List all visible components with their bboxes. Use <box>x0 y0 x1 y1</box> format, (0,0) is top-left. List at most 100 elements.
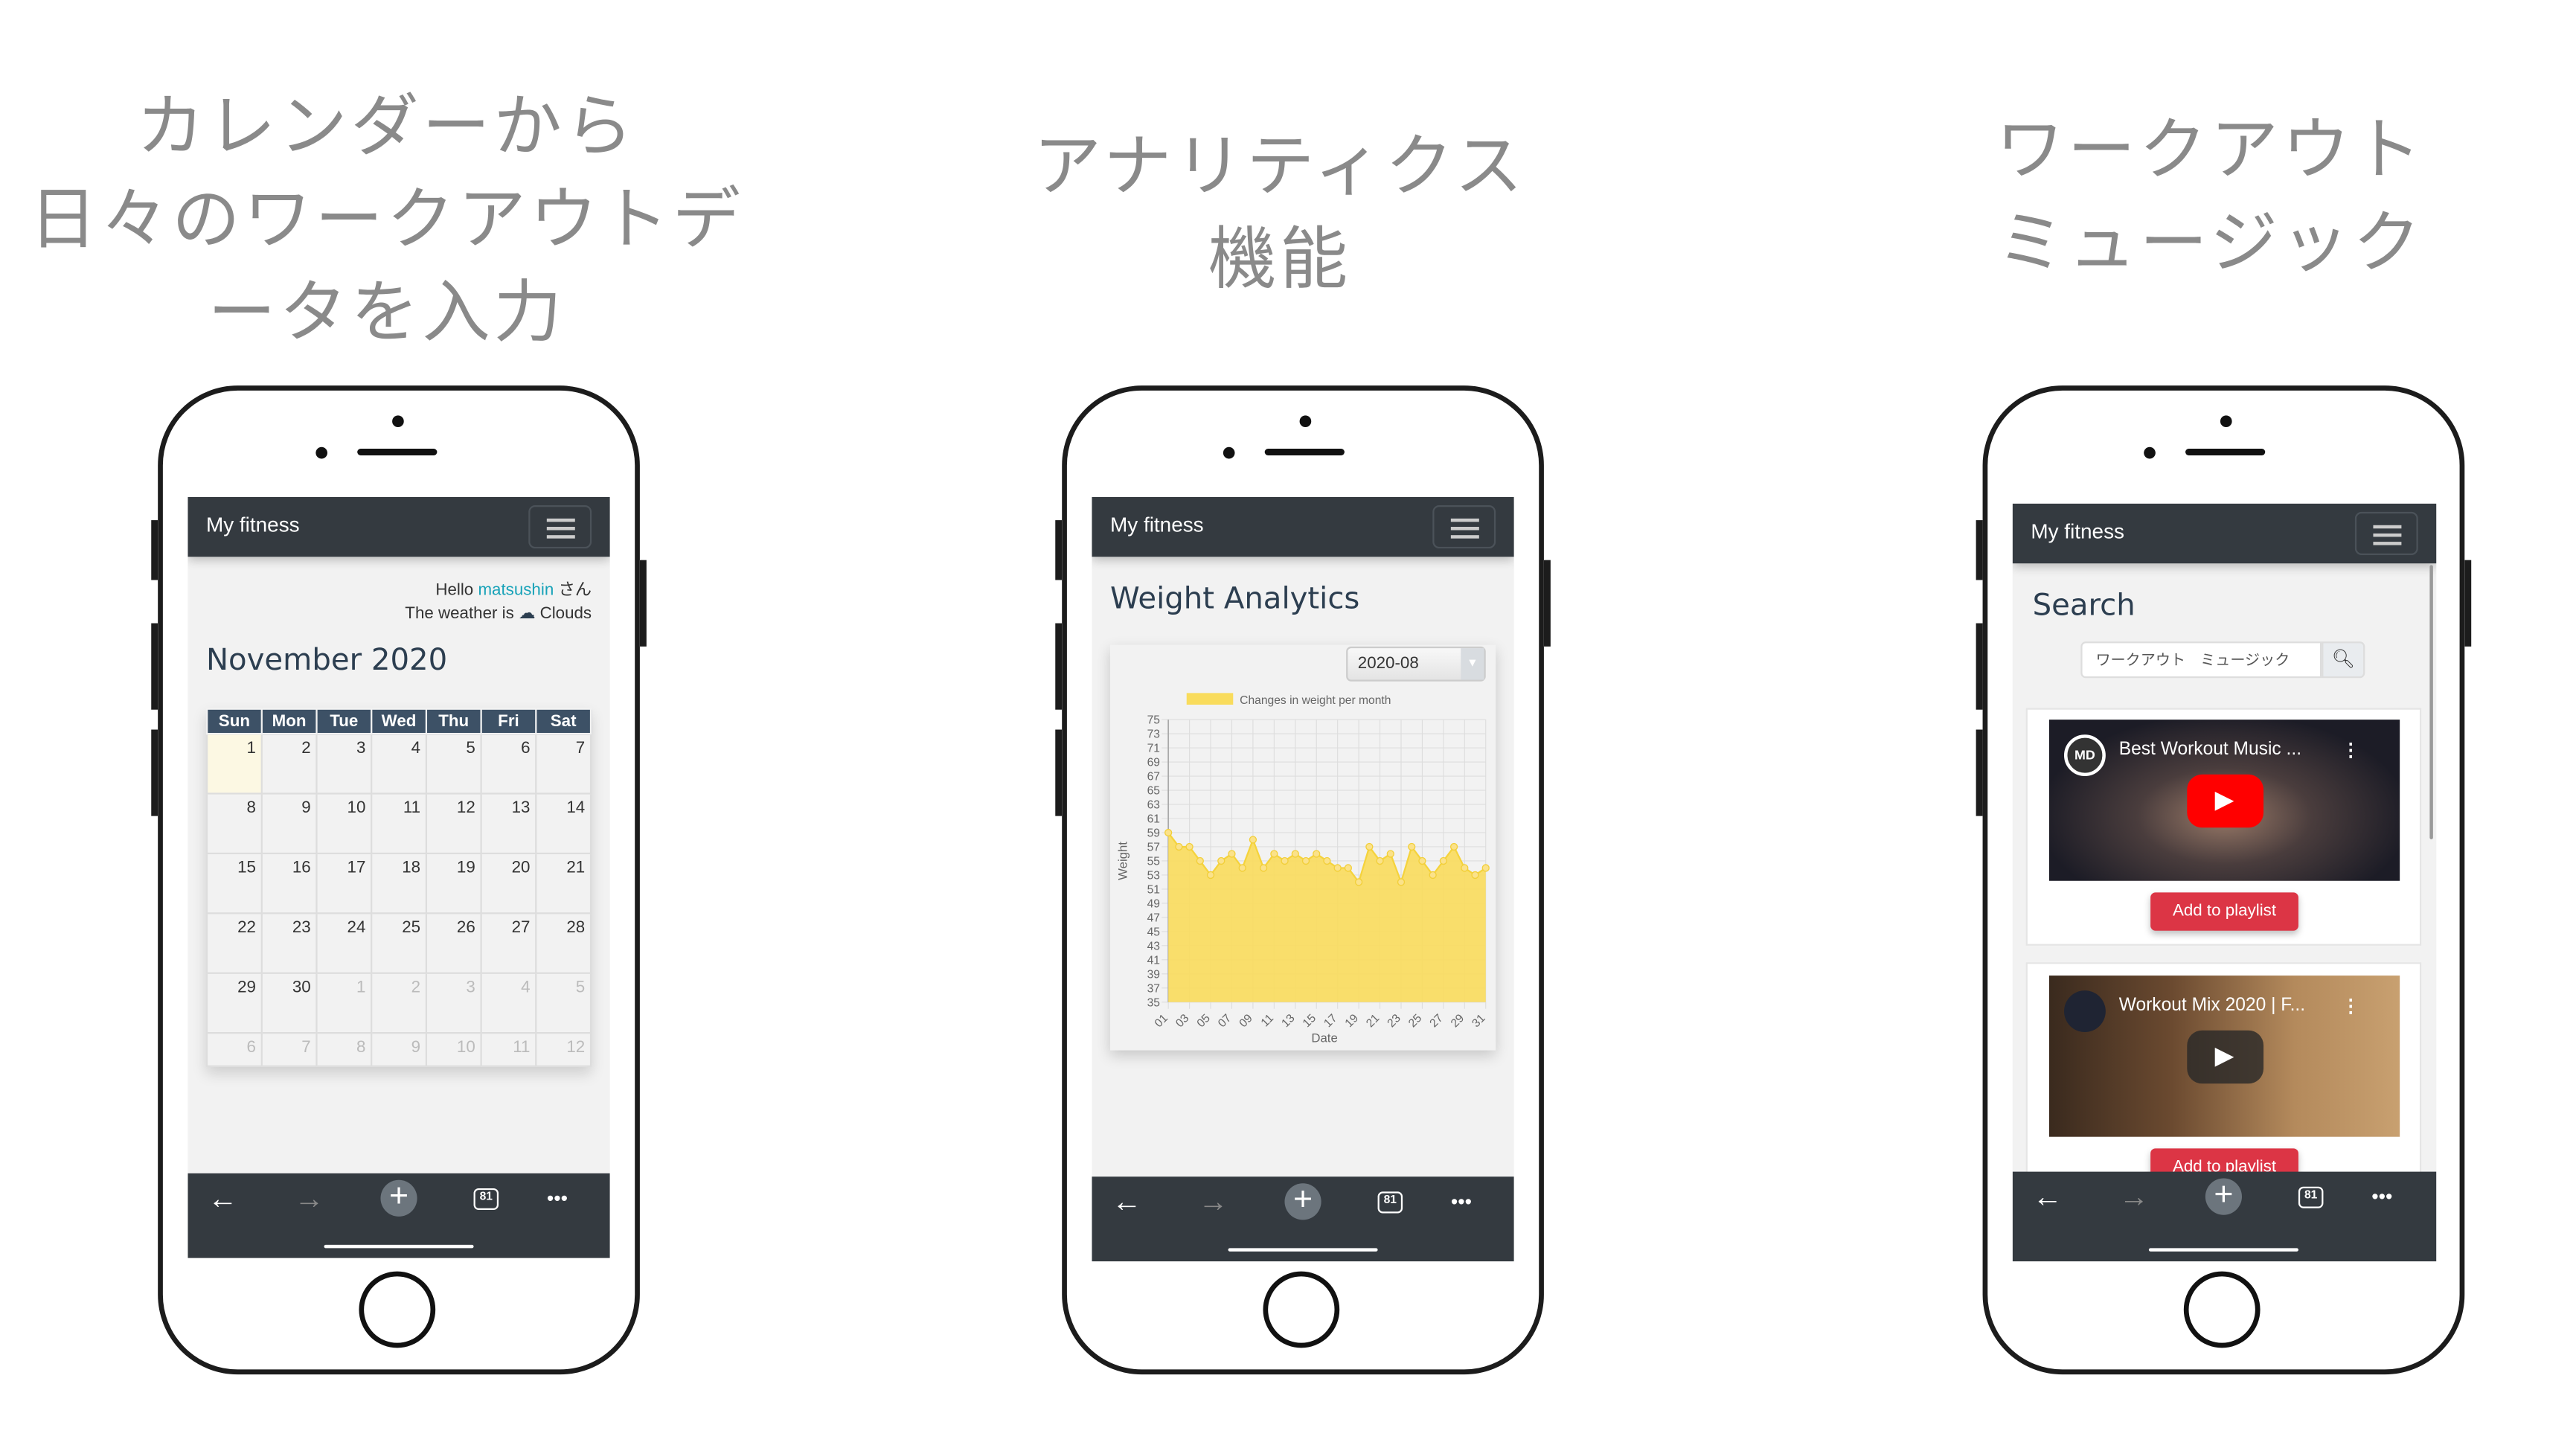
calendar-day-cell[interactable]: 9 <box>371 1032 428 1067</box>
scrollbar[interactable] <box>2429 565 2433 839</box>
video-thumbnail[interactable]: MD Best Workout Music ... ⋮ ▶ <box>2048 720 2400 881</box>
home-button[interactable] <box>1263 1271 1340 1348</box>
calendar-day-cell[interactable]: 7 <box>260 1032 318 1067</box>
calendar-day-cell[interactable]: 13 <box>480 792 537 855</box>
calendar-day-cell[interactable]: 7 <box>535 732 592 795</box>
calendar-day-cell[interactable]: 6 <box>480 732 537 795</box>
kebab-menu-icon[interactable]: ⋮ <box>2342 740 2360 761</box>
navbar-brand[interactable]: My fitness <box>1110 513 1204 536</box>
calendar-day-cell[interactable]: 4 <box>480 972 537 1034</box>
x-tick-label: 23 <box>1385 1012 1403 1030</box>
home-indicator <box>324 1243 474 1249</box>
data-point <box>1439 856 1448 865</box>
back-arrow-icon[interactable]: ← <box>2033 1182 2063 1211</box>
calendar-day-cell[interactable]: 8 <box>315 1032 373 1067</box>
calendar-day-cell[interactable]: 12 <box>535 1032 592 1067</box>
home-button[interactable] <box>2183 1271 2261 1348</box>
new-tab-plus-icon[interactable]: + <box>1284 1182 1321 1220</box>
calendar-day-cell[interactable]: 5 <box>425 732 482 795</box>
search-input[interactable]: ワークアウト ミュージック <box>2080 641 2322 679</box>
calendar-day-cell[interactable]: 1 <box>315 972 373 1034</box>
calendar-day-cell[interactable]: 23 <box>260 912 318 974</box>
tab-count-button[interactable]: 81 <box>473 1188 499 1210</box>
new-tab-plus-icon[interactable]: + <box>2205 1177 2242 1215</box>
play-button-icon[interactable]: ▶ <box>2186 1029 2263 1083</box>
calendar-day-cell[interactable]: 4 <box>371 732 428 795</box>
calendar-day-cell[interactable]: 21 <box>535 852 592 915</box>
x-tick-label: 09 <box>1237 1012 1255 1030</box>
data-point <box>1429 871 1437 880</box>
back-arrow-icon[interactable]: ← <box>1112 1187 1141 1217</box>
more-dots-icon[interactable]: ••• <box>2371 1182 2392 1211</box>
navbar-brand[interactable]: My fitness <box>206 513 300 536</box>
calendar-day-cell[interactable]: 17 <box>315 852 373 915</box>
camera-icon <box>2220 415 2232 428</box>
calendar-day-cell[interactable]: 30 <box>260 972 318 1034</box>
home-button[interactable] <box>359 1271 436 1348</box>
calendar-grid: Sun Mon Tue Wed Thu Fri Sat 1 2 3 4 5 6 7 8 9 10 11 12 13 1… <box>205 708 592 1067</box>
kebab-menu-icon[interactable]: ⋮ <box>2342 996 2360 1017</box>
navbar-brand[interactable]: My fitness <box>2031 520 2124 543</box>
data-point <box>1301 856 1310 865</box>
calendar-day-cell[interactable]: 9 <box>260 792 318 855</box>
calendar-day-cell[interactable]: 11 <box>480 1032 537 1067</box>
tab-count-button[interactable]: 81 <box>2298 1186 2324 1208</box>
add-to-playlist-button[interactable]: Add to playlist <box>2150 892 2298 931</box>
month-select[interactable]: 2020-08 ▼ <box>1346 646 1486 682</box>
data-point <box>1185 842 1194 851</box>
calendar-day-cell[interactable]: 28 <box>535 912 592 974</box>
video-title[interactable]: Workout Mix 2020 | F... <box>2119 996 2305 1016</box>
more-dots-icon[interactable]: ••• <box>1451 1187 1472 1217</box>
hamburger-menu-button[interactable] <box>2354 511 2418 555</box>
calendar-day-cell[interactable]: 12 <box>425 792 482 855</box>
calendar-day-cell[interactable]: 11 <box>371 792 428 855</box>
tab-count-button[interactable]: 81 <box>1377 1191 1403 1214</box>
weekday-header: Mon <box>260 708 318 735</box>
calendar-day-cell[interactable]: 26 <box>425 912 482 974</box>
calendar-day-cell[interactable]: 14 <box>535 792 592 855</box>
calendar-day-cell[interactable]: 18 <box>371 852 428 915</box>
x-tick-label: 27 <box>1427 1012 1445 1030</box>
calendar-day-cell[interactable]: 15 <box>205 852 263 915</box>
calendar-day-cell[interactable]: 3 <box>315 732 373 795</box>
new-tab-plus-icon[interactable]: + <box>380 1179 417 1217</box>
calendar-day-cell[interactable]: 10 <box>315 792 373 855</box>
hamburger-menu-button[interactable] <box>528 505 592 549</box>
calendar-day-cell[interactable]: 2 <box>260 732 318 795</box>
calendar-day-cell[interactable]: 5 <box>535 972 592 1034</box>
calendar-day-cell[interactable]: 29 <box>205 972 263 1034</box>
calendar-day-cell[interactable]: 8 <box>205 792 263 855</box>
heading-music: ワークアウト ミュージック <box>1828 103 2576 289</box>
search-button[interactable]: 🔍︎ <box>2322 641 2365 679</box>
username-link[interactable]: matsushin <box>478 582 554 600</box>
calendar-day-cell[interactable]: 6 <box>205 1032 263 1067</box>
phone-side-button <box>1543 560 1551 647</box>
forward-arrow-icon[interactable]: → <box>1198 1187 1228 1217</box>
forward-arrow-icon[interactable]: → <box>2119 1182 2149 1211</box>
data-point <box>1323 856 1331 865</box>
forward-arrow-icon[interactable]: → <box>294 1183 324 1213</box>
more-dots-icon[interactable]: ••• <box>547 1183 568 1213</box>
calendar-day-cell[interactable]: 16 <box>260 852 318 915</box>
calendar-day-cell[interactable]: 19 <box>425 852 482 915</box>
video-title[interactable]: Best Workout Music ... <box>2119 740 2301 760</box>
calendar-day-cell[interactable]: 20 <box>480 852 537 915</box>
greeting: Hello matsushin さん <box>435 575 592 600</box>
calendar-day-cell[interactable]: 25 <box>371 912 428 974</box>
calendar-day-cell[interactable]: 27 <box>480 912 537 974</box>
play-button-icon[interactable]: ▶ <box>2186 773 2263 827</box>
heading-line: 日々のワークアウトデ <box>29 179 744 260</box>
calendar-day-cell[interactable]: 2 <box>371 972 428 1034</box>
hamburger-menu-button[interactable] <box>1432 505 1496 549</box>
greeting-suffix: さん <box>558 581 592 600</box>
calendar-day-cell[interactable]: 3 <box>425 972 482 1034</box>
calendar-day-cell[interactable]: 22 <box>205 912 263 974</box>
screen-calendar: My fitness Hello matsushin さん The weathe… <box>188 496 610 1258</box>
calendar-day-cell[interactable]: 1 <box>205 732 263 795</box>
calendar-day-cell[interactable]: 24 <box>315 912 373 974</box>
video-thumbnail[interactable]: Workout Mix 2020 | F... ⋮ ▶ <box>2048 976 2400 1137</box>
calendar-day-cell[interactable]: 10 <box>425 1032 482 1067</box>
weekday-header: Wed <box>371 708 428 735</box>
y-tick-label: 43 <box>1147 940 1160 952</box>
back-arrow-icon[interactable]: ← <box>208 1183 237 1213</box>
